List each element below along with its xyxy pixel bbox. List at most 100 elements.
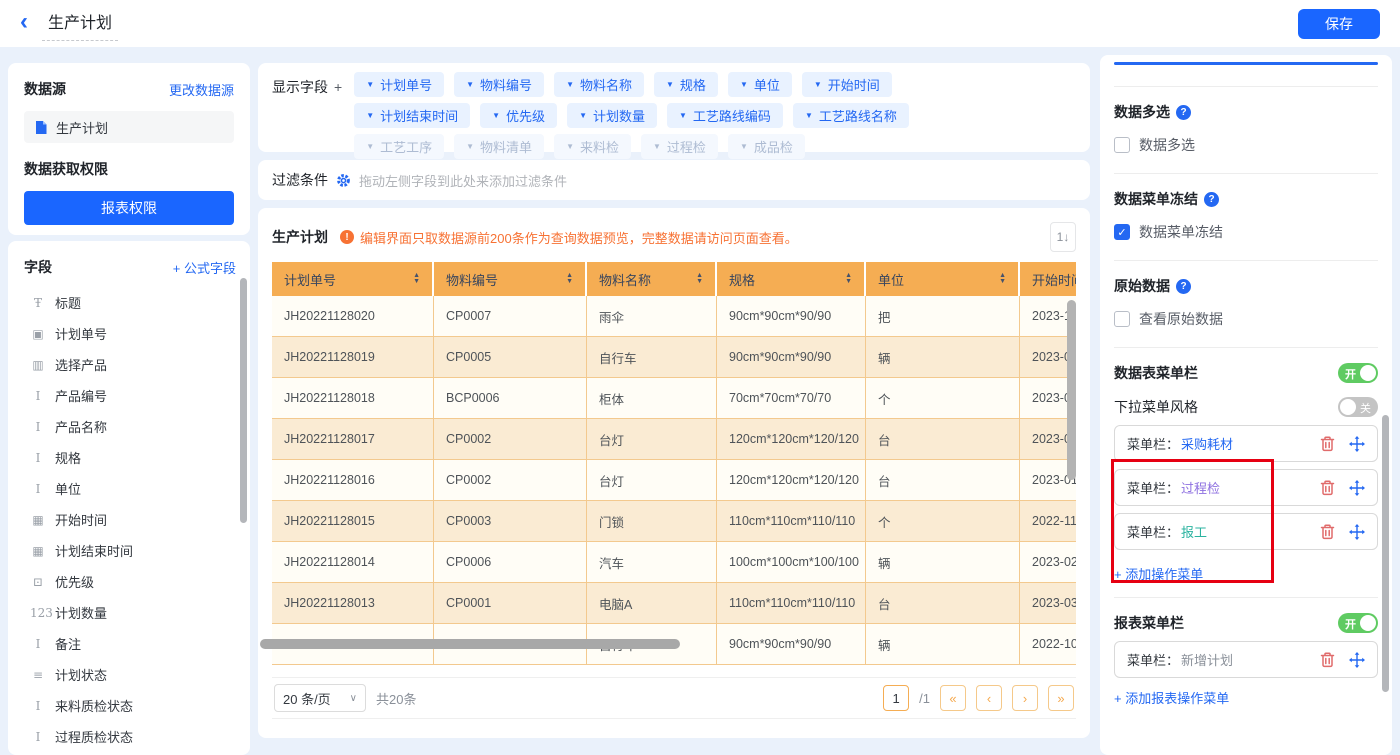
trash-icon[interactable] — [1320, 524, 1335, 540]
report-menubar-toggle-on[interactable]: 开 — [1338, 613, 1378, 633]
table-row[interactable]: JH20221128019CP0005自行车90cm*90cm*90/90辆20… — [272, 337, 1076, 378]
freeze-checkbox-row[interactable]: ✓ 数据菜单冻结 — [1114, 222, 1378, 242]
display-field-chip[interactable]: ▼规格 — [654, 72, 718, 97]
field-list-item[interactable]: Ŧ 标题 — [24, 287, 236, 318]
table-header-cell[interactable]: 物料名称▲▼ — [587, 262, 717, 296]
field-list-item[interactable]: 123 计划数量 — [24, 597, 236, 628]
sort-arrows-icon[interactable]: ▲▼ — [845, 273, 852, 284]
page-title[interactable]: 生产计划 — [42, 7, 118, 41]
display-field-chip[interactable]: ▼计划结束时间 — [354, 103, 470, 128]
total-count: 共20条 — [376, 689, 416, 708]
move-icon[interactable] — [1349, 436, 1365, 452]
display-field-chip[interactable]: ▼开始时间 — [802, 72, 892, 97]
next-page-button[interactable]: › — [1012, 685, 1038, 711]
table-row[interactable]: JH20221128014CP0006汽车100cm*100cm*100/100… — [272, 542, 1076, 583]
field-list-item[interactable]: ≡ 计划状态 — [24, 659, 236, 690]
table-body: JH20221128020CP0007雨伞90cm*90cm*90/90把202… — [272, 296, 1076, 665]
dropdown-style-toggle-off[interactable]: 关 — [1338, 397, 1378, 417]
first-page-button[interactable]: « — [940, 685, 966, 711]
field-list-item[interactable]: ▦ 计划结束时间 — [24, 535, 236, 566]
help-icon[interactable]: ? — [1176, 279, 1191, 294]
table-row[interactable]: JH20221128018BCP0006柜体70cm*70cm*70/70个20… — [272, 378, 1076, 419]
field-list-item[interactable]: ▣ 计划单号 — [24, 318, 236, 349]
datasource-item[interactable]: 生产计划 — [24, 111, 234, 143]
field-list-item[interactable]: I 备注 — [24, 628, 236, 659]
field-list-item[interactable]: I 规格 — [24, 442, 236, 473]
multiselect-checkbox-row[interactable]: 数据多选 — [1114, 135, 1378, 155]
display-field-chip[interactable]: ▼物料名称 — [554, 72, 644, 97]
prev-page-button[interactable]: ‹ — [976, 685, 1002, 711]
table-menubar-toggle-on[interactable]: 开 — [1338, 363, 1378, 383]
display-field-chip[interactable]: ▼单位 — [728, 72, 792, 97]
raw-data-checkbox-row[interactable]: 查看原始数据 — [1114, 309, 1378, 329]
display-field-chip[interactable]: ▼工艺路线编码 — [667, 103, 783, 128]
sort-order-icon[interactable]: 1↓ — [1050, 222, 1076, 252]
help-icon[interactable]: ? — [1176, 105, 1191, 120]
table-header-cell[interactable]: 开始时间▲▼ — [1020, 262, 1076, 296]
field-type-icon: I — [30, 730, 46, 744]
last-page-button[interactable]: » — [1048, 685, 1074, 711]
raw-data-checkbox-label: 查看原始数据 — [1139, 309, 1223, 329]
page-size-select[interactable]: 20 条/页 ∨ — [274, 684, 366, 712]
move-icon[interactable] — [1349, 652, 1365, 668]
sort-arrows-icon[interactable]: ▲▼ — [696, 273, 703, 284]
change-datasource-link[interactable]: 更改数据源 — [169, 80, 234, 99]
field-list-item[interactable]: I 过程质检状态 — [24, 721, 236, 752]
sort-arrows-icon[interactable]: ▲▼ — [999, 273, 1006, 284]
field-list-item[interactable]: ▦ 开始时间 — [24, 504, 236, 535]
field-list-item[interactable]: ⊡ 优先级 — [24, 566, 236, 597]
current-page-box[interactable]: 1 — [883, 685, 909, 711]
table-horizontal-scrollbar[interactable] — [260, 639, 680, 649]
checkbox-unchecked[interactable] — [1114, 311, 1130, 327]
fields-scrollbar[interactable] — [240, 278, 247, 523]
checkbox-unchecked[interactable] — [1114, 137, 1130, 153]
field-list-item[interactable]: I 产品编号 — [24, 380, 236, 411]
field-list-item[interactable]: I 来料质检状态 — [24, 690, 236, 721]
menu-item-name-link[interactable]: 新增计划 — [1181, 650, 1233, 669]
table-header-cell[interactable]: 单位▲▼ — [866, 262, 1020, 296]
add-report-menu-link[interactable]: + 添加报表操作菜单 — [1114, 688, 1229, 707]
table-row[interactable]: JH20221128015CP0003门锁110cm*110cm*110/110… — [272, 501, 1076, 542]
display-field-chip[interactable]: ▼物料编号 — [454, 72, 544, 97]
gear-icon[interactable] — [336, 173, 351, 188]
data-table: 计划单号▲▼ 物料编号▲▼ 物料名称▲▼ 规格▲▼ 单位▲▼ 开始时间▲▼ — [272, 262, 1076, 665]
field-list-item[interactable]: I 单位 — [24, 473, 236, 504]
display-field-chip[interactable]: ▼工艺路线名称 — [793, 103, 909, 128]
table-header-cell[interactable]: 规格▲▼ — [717, 262, 866, 296]
chevron-down-icon: ▼ — [805, 111, 813, 120]
add-action-menu-link[interactable]: + 添加操作菜单 — [1114, 564, 1203, 583]
add-display-field-icon[interactable]: + — [334, 79, 342, 95]
help-icon[interactable]: ? — [1204, 192, 1219, 207]
display-field-chip-disabled: ▼成品检 — [728, 134, 805, 159]
save-button[interactable]: 保存 — [1298, 9, 1380, 39]
formula-field-link[interactable]: + 公式字段 — [173, 258, 236, 277]
settings-scrollbar[interactable] — [1382, 415, 1389, 692]
field-list-item[interactable]: ▥ 选择产品 — [24, 349, 236, 380]
display-field-chip[interactable]: ▼计划单号 — [354, 72, 444, 97]
move-icon[interactable] — [1349, 480, 1365, 496]
field-type-icon: 123 — [30, 606, 46, 620]
report-permission-button[interactable]: 报表权限 — [24, 191, 234, 225]
sort-arrows-icon[interactable]: ▲▼ — [566, 273, 573, 284]
sort-arrows-icon[interactable]: ▲▼ — [413, 273, 420, 284]
trash-icon[interactable] — [1320, 480, 1335, 496]
table-row[interactable]: JH20221128017CP0002台灯120cm*120cm*120/120… — [272, 419, 1076, 460]
display-field-chip[interactable]: ▼优先级 — [480, 103, 557, 128]
menu-item-name-link[interactable]: 报工 — [1181, 522, 1207, 541]
table-vertical-scrollbar[interactable] — [1067, 300, 1076, 480]
table-row[interactable]: JH20221128016CP0002台灯120cm*120cm*120/120… — [272, 460, 1076, 501]
field-list-item[interactable]: I 产品名称 — [24, 411, 236, 442]
menu-item-name-link[interactable]: 过程检 — [1181, 478, 1220, 497]
checkbox-checked[interactable]: ✓ — [1114, 224, 1130, 240]
move-icon[interactable] — [1349, 524, 1365, 540]
menu-item-name-link[interactable]: 采购耗材 — [1181, 434, 1233, 453]
trash-icon[interactable] — [1320, 436, 1335, 452]
table-header-cell[interactable]: 计划单号▲▼ — [272, 262, 434, 296]
display-field-chip[interactable]: ▼计划数量 — [567, 103, 657, 128]
table-row[interactable]: JH20221128013CP0001电脑A110cm*110cm*110/11… — [272, 583, 1076, 624]
field-type-icon: ⊡ — [30, 575, 46, 589]
trash-icon[interactable] — [1320, 652, 1335, 668]
back-icon[interactable]: ‹ — [20, 10, 28, 34]
table-row[interactable]: JH20221128020CP0007雨伞90cm*90cm*90/90把202… — [272, 296, 1076, 337]
table-header-cell[interactable]: 物料编号▲▼ — [434, 262, 587, 296]
